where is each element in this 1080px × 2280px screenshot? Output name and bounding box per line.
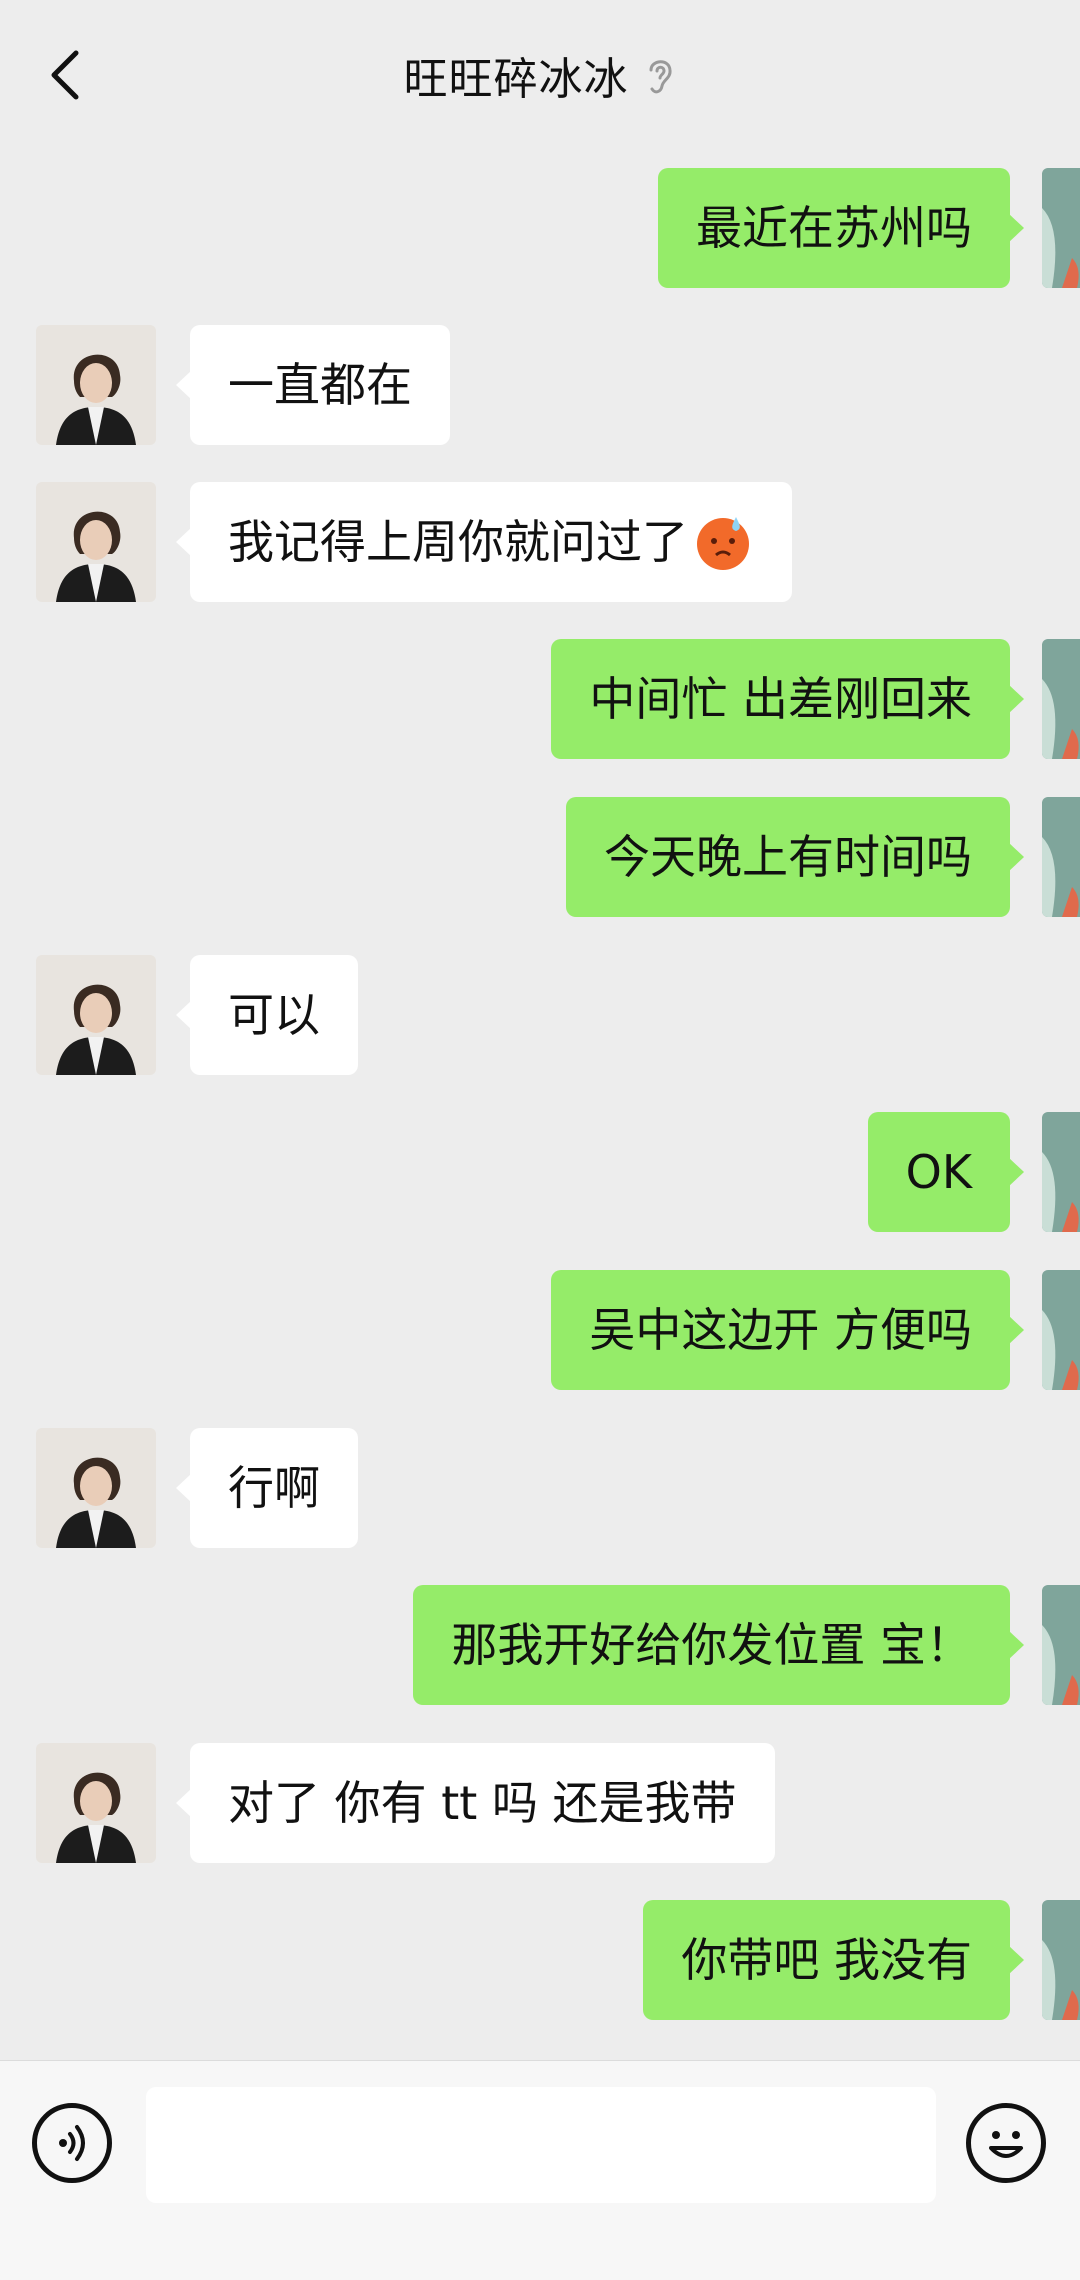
smiley-icon <box>989 2131 1023 2158</box>
message-bubble-outgoing[interactable]: 中间忙 出差刚回来 <box>551 639 1024 759</box>
message-input[interactable] <box>146 2087 936 2203</box>
message-bubble-incoming[interactable]: 一直都在 <box>176 325 450 445</box>
voice-icon <box>59 2125 85 2161</box>
contact-avatar[interactable] <box>36 482 156 602</box>
my-avatar[interactable] <box>1042 168 1080 288</box>
message-bubble-incoming[interactable]: 我记得上周你就问过了 <box>176 482 792 602</box>
my-avatar[interactable] <box>1042 1900 1080 2020</box>
contact-avatar[interactable] <box>36 325 156 445</box>
my-avatar[interactable] <box>1042 639 1080 759</box>
message-bubble-incoming[interactable]: 对了 你有 tt 吗 还是我带 <box>176 1743 775 1863</box>
voice-input-button[interactable] <box>32 2103 112 2183</box>
message-bubble-outgoing[interactable]: 最近在苏州吗 <box>658 168 1024 288</box>
contact-avatar[interactable] <box>36 1428 156 1548</box>
contact-avatar[interactable] <box>36 1743 156 1863</box>
message-text: 我记得上周你就问过了 <box>228 515 688 569</box>
emoji-button[interactable] <box>966 2103 1046 2183</box>
message-bubble-outgoing[interactable]: 那我开好给你发位置 宝！ <box>413 1585 1024 1705</box>
message-bubble-outgoing[interactable]: 今天晚上有时间吗 <box>566 797 1024 917</box>
sweat-emoji-icon <box>697 516 749 570</box>
my-avatar[interactable] <box>1042 1585 1080 1705</box>
message-bubble-outgoing[interactable]: 你带吧 我没有 <box>643 1900 1024 2020</box>
message-list[interactable]: 最近在苏州吗 一直都在 我记得上周你就问过了 中间忙 出差刚回来 今天晚上有时间… <box>0 0 1080 2050</box>
message-bubble-incoming[interactable]: 可以 <box>176 955 358 1075</box>
message-bubble-incoming[interactable]: 行啊 <box>176 1428 358 1548</box>
my-avatar[interactable] <box>1042 797 1080 917</box>
message-bubble-outgoing[interactable]: 吴中这边开 方便吗 <box>551 1270 1024 1390</box>
input-bar <box>0 2060 1080 2280</box>
my-avatar[interactable] <box>1042 1270 1080 1390</box>
contact-avatar[interactable] <box>36 955 156 1075</box>
my-avatar[interactable] <box>1042 1112 1080 1232</box>
message-bubble-outgoing[interactable]: OK <box>867 1112 1025 1232</box>
